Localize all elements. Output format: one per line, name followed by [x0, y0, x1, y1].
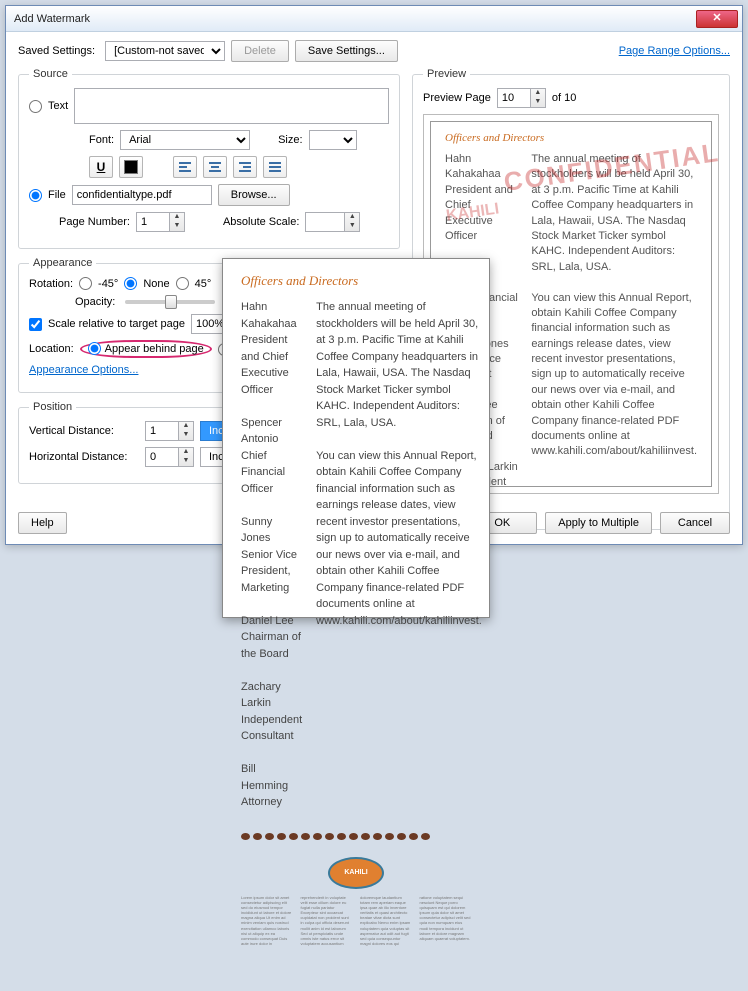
align-right-button[interactable] — [233, 156, 257, 178]
float-doc-heading: Officers and Directors — [241, 273, 471, 289]
source-text-label: Text — [48, 100, 68, 112]
rotation-45-radio[interactable] — [176, 277, 189, 290]
preview-page-label: Preview Page — [423, 92, 491, 104]
font-select[interactable]: Arial — [120, 130, 250, 150]
window-title: Add Watermark — [14, 13, 696, 25]
page-range-options-link[interactable]: Page Range Options... — [619, 45, 730, 57]
preview-of-label: of 10 — [552, 92, 576, 104]
close-button[interactable]: ✕ — [696, 10, 738, 28]
source-legend: Source — [29, 68, 72, 80]
highlighted-option: Appear behind page — [80, 340, 212, 358]
file-path-input[interactable] — [72, 185, 212, 205]
absolute-scale-label: Absolute Scale: — [223, 216, 299, 228]
delete-button[interactable]: Delete — [231, 40, 289, 62]
browse-button[interactable]: Browse... — [218, 184, 290, 206]
help-button[interactable]: Help — [18, 512, 67, 534]
result-document-preview: Officers and Directors Hahn KahakahaaPre… — [222, 258, 490, 618]
page-number-input[interactable] — [136, 212, 170, 232]
opacity-slider[interactable] — [125, 300, 215, 304]
preview-doc-heading: Officers and Directors — [445, 132, 697, 144]
location-behind-label: Appear behind page — [105, 343, 204, 355]
titlebar[interactable]: Add Watermark ✕ — [6, 6, 742, 32]
vdist-input[interactable] — [145, 421, 179, 441]
save-settings-button[interactable]: Save Settings... — [295, 40, 398, 62]
source-file-radio[interactable] — [29, 189, 42, 202]
location-label: Location: — [29, 343, 74, 355]
appearance-options-link[interactable]: Appearance Options... — [29, 364, 138, 376]
opacity-label: Opacity: — [75, 296, 115, 308]
hdist-label: Horizontal Distance: — [29, 451, 139, 463]
page-number-label: Page Number: — [59, 216, 130, 228]
scale-relative-label: Scale relative to target page — [48, 318, 185, 330]
source-group: Source Text Font: Arial Size: U — [18, 68, 400, 249]
appearance-legend: Appearance — [29, 257, 96, 269]
align-left-button[interactable] — [173, 156, 197, 178]
preview-page-input[interactable] — [497, 88, 531, 108]
preview-legend: Preview — [423, 68, 470, 80]
apply-multiple-button[interactable]: Apply to Multiple — [545, 512, 652, 534]
spin-up[interactable]: ▲ — [170, 213, 184, 222]
absolute-scale-input[interactable] — [305, 212, 345, 232]
source-file-label: File — [48, 189, 66, 201]
rotation-none-radio[interactable] — [124, 277, 137, 290]
location-behind-radio[interactable] — [88, 342, 101, 355]
rotation-label: Rotation: — [29, 278, 73, 290]
align-center-button[interactable] — [203, 156, 227, 178]
text-input[interactable] — [74, 88, 389, 124]
saved-settings-label: Saved Settings: — [18, 45, 95, 57]
logo-icon: KAHILI — [328, 857, 384, 889]
cancel-button[interactable]: Cancel — [660, 512, 730, 534]
size-select[interactable] — [309, 130, 357, 150]
text-color-button[interactable] — [119, 156, 143, 178]
spin-down[interactable]: ▼ — [170, 222, 184, 231]
saved-settings-select[interactable]: [Custom-not saved] — [105, 41, 225, 61]
rotation-neg45-radio[interactable] — [79, 277, 92, 290]
source-text-radio[interactable] — [29, 100, 42, 113]
size-label: Size: — [278, 134, 302, 146]
position-legend: Position — [29, 401, 76, 413]
align-justify-button[interactable] — [263, 156, 287, 178]
vdist-label: Vertical Distance: — [29, 425, 139, 437]
font-label: Font: — [89, 134, 114, 146]
underline-button[interactable]: U — [89, 156, 113, 178]
scale-relative-checkbox[interactable] — [29, 318, 42, 331]
hdist-input[interactable] — [145, 447, 179, 467]
